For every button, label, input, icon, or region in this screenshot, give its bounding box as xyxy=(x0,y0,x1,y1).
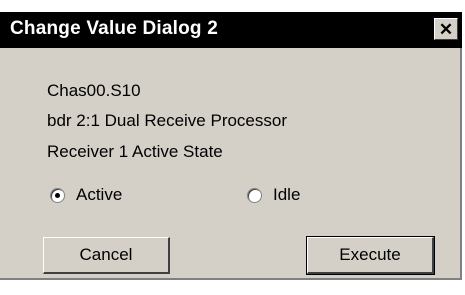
dialog-body: Chas00.S10 bdr 2:1 Dual Receive Processo… xyxy=(0,48,462,280)
close-button[interactable]: ✕ xyxy=(434,18,458,40)
radio-checked-icon[interactable] xyxy=(50,187,65,203)
parameter-name-label: Receiver 1 Active State xyxy=(47,142,223,161)
cancel-button[interactable]: Cancel xyxy=(43,237,170,274)
change-value-dialog: Change Value Dialog 2 ✕ Chas00.S10 bdr 2… xyxy=(0,0,465,295)
execute-button[interactable]: Execute xyxy=(306,236,435,275)
device-description-label: bdr 2:1 Dual Receive Processor xyxy=(47,111,288,130)
radio-active[interactable]: Active xyxy=(50,185,122,205)
radio-unchecked-icon[interactable] xyxy=(247,187,262,203)
dialog-title: Change Value Dialog 2 xyxy=(10,18,218,39)
chassis-slot-label: Chas00.S10 xyxy=(47,81,141,100)
close-icon: ✕ xyxy=(438,19,454,39)
radio-idle-label: Idle xyxy=(273,185,301,204)
title-bar[interactable]: Change Value Dialog 2 ✕ xyxy=(0,12,462,48)
radio-idle[interactable]: Idle xyxy=(247,185,300,205)
radio-active-label: Active xyxy=(76,185,123,204)
